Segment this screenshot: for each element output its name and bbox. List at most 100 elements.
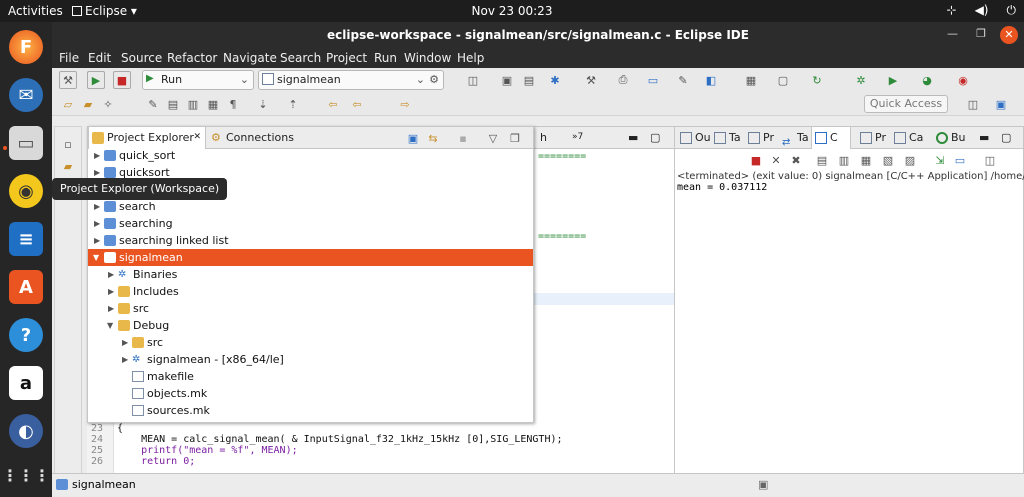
tab-problems[interactable]: Pr: [745, 127, 774, 149]
terminal-icon[interactable]: ▭: [644, 71, 662, 89]
tree-row[interactable]: ▶ quick_sort: [88, 149, 533, 164]
amazon-icon[interactable]: a: [9, 366, 43, 400]
minimize-icon[interactable]: —: [947, 27, 958, 40]
editor-tab-overflow[interactable]: »7: [570, 127, 583, 149]
menu-navigate[interactable]: Navigate: [223, 51, 277, 65]
progress-icon[interactable]: ▣: [758, 478, 768, 491]
stop-icon[interactable]: ■: [113, 71, 131, 89]
link-editor-icon[interactable]: ⇆: [424, 129, 442, 147]
menu-window[interactable]: Window: [404, 51, 451, 65]
remove-launch-icon[interactable]: ✕: [767, 151, 785, 169]
clear-console-icon[interactable]: ▤: [813, 151, 831, 169]
tab-connections[interactable]: ⚙ Connections: [208, 127, 294, 149]
thunderbird-icon[interactable]: ✉: [9, 78, 43, 112]
open-console-icon[interactable]: ◫: [981, 151, 999, 169]
menu-refactor[interactable]: Refactor: [167, 51, 217, 65]
run-icon[interactable]: ▶: [884, 71, 902, 89]
launch-run-icon[interactable]: ▶: [87, 71, 105, 89]
tab-outline[interactable]: Ou: [677, 127, 711, 149]
menu-run[interactable]: Run: [374, 51, 397, 65]
tree-row[interactable]: ▶ src: [88, 300, 533, 317]
minimize-icon[interactable]: ▬: [628, 127, 638, 149]
writer-icon[interactable]: ≡: [9, 222, 43, 256]
hammer-icon[interactable]: ⚒: [582, 71, 600, 89]
c-perspective-icon[interactable]: ▣: [992, 95, 1010, 113]
tree-row[interactable]: ▶ src: [88, 334, 533, 351]
scroll-lock-icon[interactable]: ▥: [835, 151, 853, 169]
show-on-error-icon[interactable]: ▨: [901, 151, 919, 169]
tree-row[interactable]: ▼ Debug: [88, 317, 533, 334]
tree-row[interactable]: ▶ ✲ signalmean - [x86_64/le]: [88, 351, 533, 368]
menu-search[interactable]: Search: [280, 51, 321, 65]
word-wrap-icon[interactable]: ▥: [184, 95, 202, 113]
paragraph-icon[interactable]: ¶: [224, 95, 242, 113]
code-lines[interactable]: 23 { 24 MEAN = calc_signal_mean( & Input…: [87, 423, 677, 473]
tree-row[interactable]: objects.mk: [88, 385, 533, 402]
eclipse-dock-icon[interactable]: ◐: [9, 414, 43, 448]
project-explorer-mini-icon[interactable]: ▰: [59, 157, 77, 175]
refresh-icon[interactable]: ↻: [808, 71, 826, 89]
tree-row[interactable]: makefile: [88, 368, 533, 385]
block-select-icon[interactable]: ▤: [164, 95, 182, 113]
tree-row[interactable]: sources.mk: [88, 402, 533, 419]
build-icon[interactable]: ⚒: [59, 71, 77, 89]
maximize-icon[interactable]: ▢: [650, 127, 660, 149]
quick-access-field[interactable]: Quick Access: [864, 95, 948, 113]
power-icon[interactable]: ⏻: [1007, 3, 1017, 18]
maximize-icon[interactable]: ▢: [1001, 127, 1011, 149]
close-icon[interactable]: ✕: [1000, 26, 1018, 44]
software-center-icon[interactable]: A: [9, 270, 43, 304]
pin-console-icon[interactable]: ⇲: [931, 151, 949, 169]
firefox-icon[interactable]: F: [9, 30, 43, 64]
collapse-all-icon[interactable]: ▣: [404, 129, 422, 147]
new-folder-icon[interactable]: ▦: [742, 71, 760, 89]
last-edit-icon[interactable]: ⇦: [324, 95, 342, 113]
display-console-icon[interactable]: ▭: [951, 151, 969, 169]
tree-row-selected[interactable]: ▼ signalmean: [88, 249, 533, 266]
editor-tab-h[interactable]: h: [538, 127, 547, 149]
menu-file[interactable]: File: [59, 51, 79, 65]
tab-console[interactable]: C: [811, 127, 851, 149]
external-tools-icon[interactable]: ◉: [954, 71, 972, 89]
terminate-icon[interactable]: ■: [747, 151, 765, 169]
save-all-icon[interactable]: ▤: [520, 71, 538, 89]
view-menu-icon[interactable]: ▽: [484, 129, 502, 147]
show-on-output-icon[interactable]: ▧: [879, 151, 897, 169]
debug-bug-icon[interactable]: ✲: [852, 71, 870, 89]
clock[interactable]: Nov 23 00:23: [0, 4, 1024, 18]
back-icon[interactable]: ⇦: [348, 95, 366, 113]
tab-project-explorer[interactable]: Project Explorer ✕: [88, 127, 206, 149]
close-tab-icon[interactable]: ✕: [193, 127, 201, 148]
filter-icon[interactable]: ▪: [454, 129, 472, 147]
next-annotation-icon[interactable]: ⇣: [254, 95, 272, 113]
pin-icon[interactable]: ✎: [674, 71, 692, 89]
minimize-icon[interactable]: ▬: [979, 127, 989, 149]
tab-call-hierarchy[interactable]: Ca: [891, 127, 923, 149]
remove-all-icon[interactable]: ✖: [787, 151, 805, 169]
menu-project[interactable]: Project: [326, 51, 367, 65]
open-type-icon[interactable]: ▰: [79, 95, 97, 113]
new-file-icon[interactable]: ▢: [774, 71, 792, 89]
tree-row[interactable]: ▶ searching linked list: [88, 232, 533, 249]
tree-row[interactable]: ▶ ✲ Binaries: [88, 266, 533, 283]
network-icon[interactable]: ⊹: [947, 3, 957, 18]
restore-icon[interactable]: ❐: [506, 129, 524, 147]
tab-tasks-2[interactable]: ⇄ Ta: [779, 127, 809, 149]
tree-row[interactable]: ▶ search: [88, 198, 533, 215]
help-icon[interactable]: ?: [9, 318, 43, 352]
forward-icon[interactable]: ⇨: [396, 95, 414, 113]
open-perspective-icon[interactable]: ◫: [964, 95, 982, 113]
coverage-icon[interactable]: ◕: [918, 71, 936, 89]
tree-row[interactable]: ▶ searching: [88, 215, 533, 232]
tab-tasks[interactable]: Ta: [711, 127, 741, 149]
files-icon[interactable]: ▭: [9, 126, 43, 160]
tab-properties[interactable]: Pr: [857, 127, 886, 149]
rhythmbox-icon[interactable]: ◉: [9, 174, 43, 208]
prev-annotation-icon[interactable]: ⇡: [284, 95, 302, 113]
tab-build[interactable]: Bu: [933, 127, 966, 149]
menu-help[interactable]: Help: [457, 51, 484, 65]
whitespace-icon[interactable]: ▦: [204, 95, 222, 113]
print-icon[interactable]: ⎙: [614, 71, 632, 89]
word-wrap-icon[interactable]: ▦: [857, 151, 875, 169]
show-apps-icon[interactable]: ⋮⋮⋮: [2, 458, 50, 492]
